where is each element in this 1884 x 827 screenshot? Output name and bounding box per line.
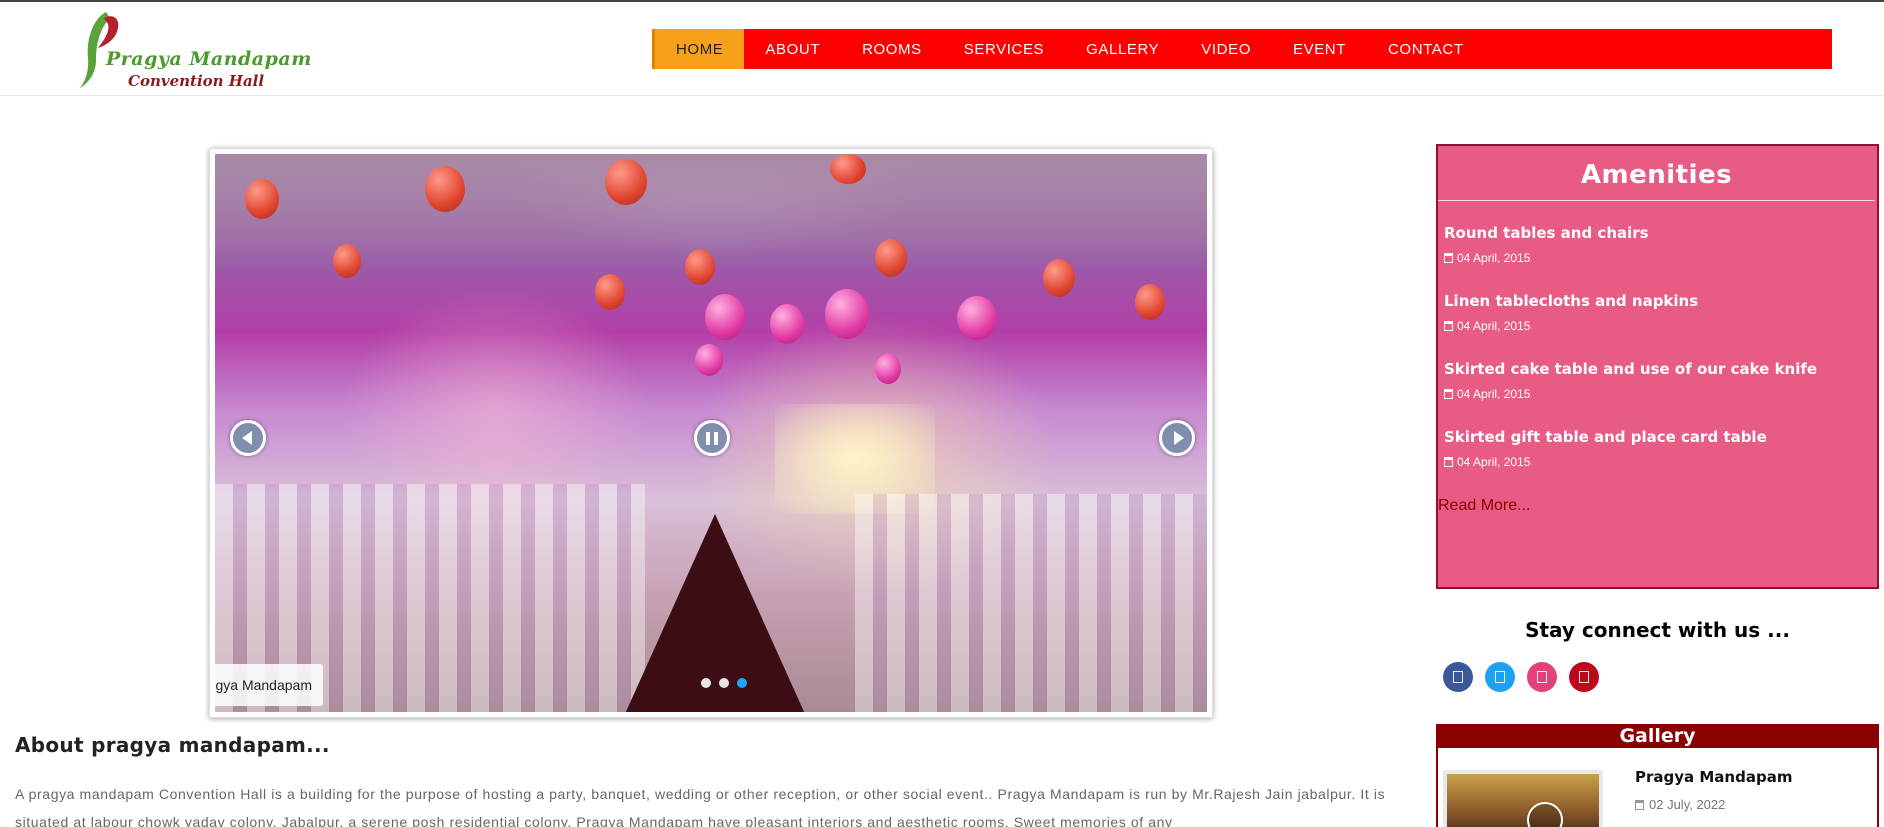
balloon	[425, 166, 465, 212]
amenities-list: Round tables and chairs 04 April, 2015 L…	[1438, 201, 1877, 481]
amenity-date: 04 April, 2015	[1444, 455, 1877, 469]
calendar-icon	[1444, 457, 1453, 467]
balloon	[825, 289, 869, 339]
instagram-button[interactable]	[1527, 662, 1557, 692]
twitter-button[interactable]	[1485, 662, 1515, 692]
pinterest-button[interactable]	[1569, 662, 1599, 692]
amenity-link[interactable]: Skirted gift table and place card table	[1444, 428, 1877, 446]
balloon	[333, 244, 361, 278]
gallery-item-date: 02 July, 2022	[1635, 797, 1725, 812]
main-nav: HOME ABOUT ROOMS SERVICES GALLERY VIDEO …	[652, 29, 1832, 69]
read-more-link[interactable]: Read More...	[1438, 497, 1530, 515]
nav-services[interactable]: SERVICES	[943, 29, 1065, 69]
nav-contact[interactable]: CONTACT	[1367, 29, 1485, 69]
calendar-icon	[1444, 321, 1453, 331]
amenity-link[interactable]: Linen tablecloths and napkins	[1444, 292, 1877, 310]
amenity-item: Skirted cake table and use of our cake k…	[1438, 345, 1877, 413]
gallery-title: Gallery	[1438, 724, 1877, 748]
gallery-item-title[interactable]: Pragya Mandapam	[1635, 768, 1792, 786]
balloon	[695, 344, 723, 376]
amenity-date-text: 04 April, 2015	[1457, 251, 1531, 265]
twitter-icon	[1495, 671, 1505, 683]
slider-dot-3[interactable]	[737, 678, 747, 688]
amenities-panel: Amenities Round tables and chairs 04 Apr…	[1436, 144, 1879, 589]
instagram-icon	[1537, 671, 1547, 683]
balloon	[1043, 259, 1075, 297]
hero-slider: gya Mandapam	[209, 148, 1213, 718]
amenity-date-text: 04 April, 2015	[1457, 387, 1531, 401]
about-heading: About pragya mandapam...	[15, 733, 330, 757]
slider-pause-button[interactable]	[694, 420, 730, 456]
nav-home[interactable]: HOME	[652, 29, 745, 69]
amenity-date: 04 April, 2015	[1444, 319, 1877, 333]
calendar-icon	[1444, 253, 1453, 263]
gallery-thumbnail[interactable]	[1443, 770, 1603, 827]
nav-video[interactable]: VIDEO	[1180, 29, 1272, 69]
slider-prev-button[interactable]	[230, 420, 266, 456]
amenity-link[interactable]: Round tables and chairs	[1444, 224, 1877, 242]
amenity-date-text: 04 April, 2015	[1457, 319, 1531, 333]
amenity-link[interactable]: Skirted cake table and use of our cake k…	[1444, 360, 1877, 378]
balloon	[595, 274, 625, 310]
balloon	[1135, 284, 1165, 320]
pinterest-icon	[1579, 671, 1589, 683]
balloon	[875, 354, 901, 384]
slide-caption: gya Mandapam	[215, 664, 323, 706]
social-heading: Stay connect with us ...	[1525, 618, 1790, 642]
logo-subtitle: Convention Hall	[128, 72, 265, 90]
facebook-button[interactable]	[1443, 662, 1473, 692]
gallery-date-text: 02 July, 2022	[1649, 797, 1726, 812]
slider-dot-1[interactable]	[701, 678, 711, 688]
social-links	[1443, 662, 1599, 692]
amenities-title: Amenities	[1438, 146, 1875, 201]
pause-icon	[706, 431, 718, 445]
site-logo[interactable]: Pragya Mandapam Convention Hall	[76, 8, 336, 92]
balloon	[957, 296, 997, 340]
calendar-icon	[1444, 389, 1453, 399]
amenity-item: Skirted gift table and place card table …	[1438, 413, 1877, 481]
slider-pagination	[701, 678, 747, 688]
balloon	[875, 239, 907, 277]
play-icon	[1527, 802, 1563, 827]
arrow-left-icon	[242, 431, 252, 445]
balloon	[830, 154, 866, 184]
balloon	[705, 294, 745, 340]
balloon	[605, 159, 647, 205]
nav-event[interactable]: EVENT	[1272, 29, 1367, 69]
amenity-item: Linen tablecloths and napkins 04 April, …	[1438, 277, 1877, 345]
about-paragraph: A pragya mandapam Convention Hall is a b…	[15, 786, 1386, 827]
balloon	[770, 304, 804, 344]
nav-about[interactable]: ABOUT	[744, 29, 841, 69]
slider-next-button[interactable]	[1159, 420, 1195, 456]
amenity-date: 04 April, 2015	[1444, 251, 1877, 265]
balloon	[245, 179, 279, 219]
nav-rooms[interactable]: ROOMS	[841, 29, 943, 69]
amenity-item: Round tables and chairs 04 April, 2015	[1438, 209, 1877, 277]
slide-image: gya Mandapam	[215, 154, 1207, 712]
facebook-icon	[1453, 671, 1463, 683]
calendar-icon	[1635, 799, 1644, 810]
nav-gallery[interactable]: GALLERY	[1065, 29, 1180, 69]
slider-dot-2[interactable]	[719, 678, 729, 688]
site-header: Pragya Mandapam Convention Hall HOME ABO…	[0, 2, 1884, 96]
chairs-right	[855, 494, 1207, 712]
logo-title: Pragya Mandapam	[106, 48, 312, 70]
amenity-date: 04 April, 2015	[1444, 387, 1877, 401]
arrow-right-icon	[1173, 431, 1184, 445]
gallery-panel: Gallery Pragya Mandapam 02 July, 2022	[1436, 724, 1879, 827]
amenity-date-text: 04 April, 2015	[1457, 455, 1531, 469]
balloon	[685, 249, 715, 285]
